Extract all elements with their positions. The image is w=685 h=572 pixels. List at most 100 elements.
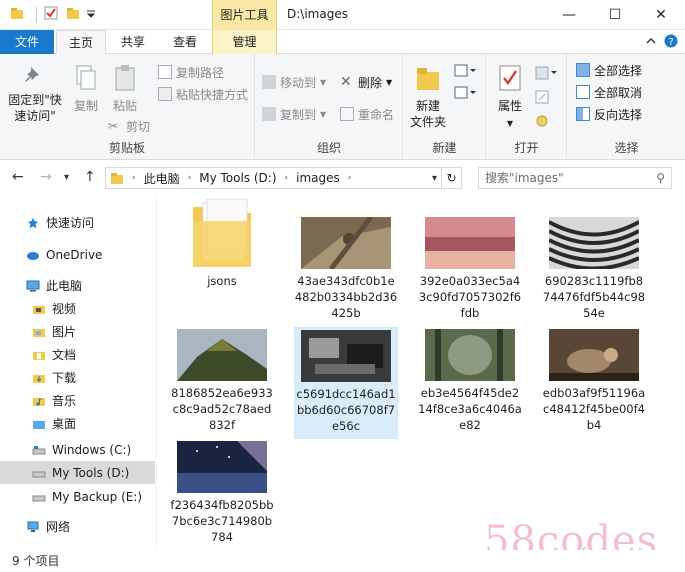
close-button[interactable]: ✕ xyxy=(638,0,684,30)
select-none-label: 全部取消 xyxy=(594,85,643,100)
navigation-pane: 快速访问 OneDrive 此电脑 视频 图片 文档 下载 音乐 桌面 Wind… xyxy=(0,195,157,550)
file-item[interactable]: f236434fb8205bb7bc6e3c714980b784 xyxy=(170,441,274,545)
nav-item-drive-d[interactable]: My Tools (D:) xyxy=(0,461,155,484)
copy-button[interactable]: 复制 xyxy=(68,64,104,114)
copy-to-button[interactable]: 复制到 ▼ xyxy=(262,104,326,124)
breadcrumb-images[interactable]: images xyxy=(296,171,340,185)
tab-manage[interactable]: 管理 xyxy=(212,30,277,54)
invert-selection-button[interactable]: 反向选择 xyxy=(576,104,642,124)
back-icon[interactable]: ← xyxy=(12,169,24,185)
nav-label: 下载 xyxy=(52,371,77,385)
window-title: D:\images xyxy=(287,7,348,21)
edit-icon[interactable] xyxy=(535,90,549,107)
tab-home[interactable]: 主页 xyxy=(56,30,106,55)
address-dropdown-icon[interactable]: ▾ xyxy=(432,173,437,184)
easy-access-icon[interactable] xyxy=(454,86,476,103)
new-folder-icon[interactable] xyxy=(66,6,80,20)
properties-icon[interactable] xyxy=(44,6,58,20)
delete-button[interactable]: ✕ 删除 ▼ xyxy=(340,72,392,92)
nav-label: OneDrive xyxy=(46,247,103,262)
new-folder-button[interactable]: 新建 文件夹 xyxy=(408,64,448,130)
tab-file[interactable]: 文件 xyxy=(0,30,54,54)
nav-label: Windows (C:) xyxy=(52,442,132,457)
paste-label: 粘贴 xyxy=(112,99,137,113)
nav-item-onedrive[interactable]: OneDrive xyxy=(0,243,155,266)
rename-label: 重命名 xyxy=(358,107,395,122)
properties-dropdown-icon: ▼ xyxy=(506,119,514,128)
collapse-ribbon-icon[interactable] xyxy=(645,35,657,50)
file-item[interactable]: 8186852ea6e933c8c9ad52c78aed832f xyxy=(170,329,274,433)
file-name: 8186852ea6e933c8c9ad52c78aed832f xyxy=(171,386,273,432)
folder-icon[interactable] xyxy=(10,6,24,20)
invert-selection-label: 反向选择 xyxy=(594,107,643,122)
status-bar: 9 个项目 xyxy=(0,550,685,572)
nav-item-pictures[interactable]: 图片 xyxy=(0,320,155,343)
paste-shortcut-icon xyxy=(158,87,172,101)
nav-label: 此电脑 xyxy=(46,279,83,293)
pin-label-line2: 速访问" xyxy=(14,109,56,123)
nav-item-documents[interactable]: 文档 xyxy=(0,343,155,366)
paste-shortcut-button[interactable]: 粘贴快捷方式 xyxy=(158,84,248,104)
music-icon xyxy=(33,397,45,406)
forward-icon[interactable]: → xyxy=(40,169,52,185)
title-bar: 图片工具 D:\images — ☐ ✕ xyxy=(0,0,685,30)
nav-label: 快速访问 xyxy=(46,216,95,230)
nav-item-desktop[interactable]: 桌面 xyxy=(0,412,155,435)
file-item[interactable]: 392e0a033ec5a43c90fd7057302f6fdb xyxy=(418,217,522,321)
nav-item-downloads[interactable]: 下载 xyxy=(0,366,155,389)
search-icon[interactable]: ⚲ xyxy=(656,168,665,188)
minimize-button[interactable]: — xyxy=(546,0,592,30)
new-group: 新建 文件夹 新建 xyxy=(404,54,486,160)
folder-icon xyxy=(33,420,45,429)
file-name: jsons xyxy=(207,274,237,288)
nav-item-quick-access[interactable]: 快速访问 xyxy=(0,211,155,234)
copy-path-icon xyxy=(158,65,172,79)
recent-locations-icon[interactable]: ▾ xyxy=(64,172,69,183)
nav-item-music[interactable]: 音乐 xyxy=(0,389,155,412)
nav-item-videos[interactable]: 视频 xyxy=(0,297,155,320)
address-bar[interactable]: › 此电脑 › My Tools (D:) › images › ▾ ↻ xyxy=(105,167,462,189)
file-item[interactable]: jsons xyxy=(170,197,274,289)
paste-shortcut-label: 粘贴快捷方式 xyxy=(176,87,249,102)
pin-to-quick-access-button[interactable]: 固定到"快 速访问" xyxy=(4,64,66,124)
select-none-button[interactable]: 全部取消 xyxy=(576,82,642,102)
breadcrumb-drive[interactable]: My Tools (D:) xyxy=(199,171,276,185)
history-icon[interactable] xyxy=(535,114,549,131)
nav-item-drive-e[interactable]: My Backup (E:) xyxy=(0,485,155,508)
move-to-button[interactable]: 移动到 ▼ xyxy=(262,72,326,92)
file-item[interactable]: eb3e4564f45de214f8ce3a6c4046ae82 xyxy=(418,329,522,433)
computer-icon xyxy=(26,280,40,291)
breadcrumb-this-pc[interactable]: 此电脑 xyxy=(144,170,180,187)
nav-item-drive-c[interactable]: Windows (C:) xyxy=(0,438,155,461)
rename-button[interactable]: 重命名 xyxy=(340,104,394,124)
maximize-button[interactable]: ☐ xyxy=(592,0,638,30)
tab-share[interactable]: 共享 xyxy=(112,30,154,54)
cut-button[interactable]: ✂ 剪切 xyxy=(108,116,150,136)
tab-view[interactable]: 查看 xyxy=(164,30,206,54)
file-item[interactable]: 43ae343dfc0b1e482b0334bb2d36425b xyxy=(294,217,398,321)
nav-item-network[interactable]: 网络 xyxy=(0,515,155,538)
file-item[interactable]: edb03af9f51196ac48412f45be00f4b4 xyxy=(542,329,646,433)
delete-icon: ✕ xyxy=(340,74,352,90)
help-icon[interactable]: ? xyxy=(664,34,678,51)
new-folder-label-line2: 文件夹 xyxy=(409,115,446,129)
folder-icon xyxy=(33,305,45,314)
new-item-icon[interactable] xyxy=(454,64,476,81)
file-item[interactable]: 690283c1119fb874476fdf5b44c9854e xyxy=(542,217,646,321)
nav-item-this-pc[interactable]: 此电脑 xyxy=(0,274,155,297)
customize-toolbar-icon[interactable] xyxy=(86,6,96,20)
paste-button[interactable]: 粘贴 xyxy=(106,64,144,114)
file-name: 43ae343dfc0b1e482b0334bb2d36425b xyxy=(294,274,398,320)
new-folder-label-line1: 新建 xyxy=(415,99,440,113)
drive-icon xyxy=(32,471,46,477)
select-all-button[interactable]: 全部选择 xyxy=(576,60,642,80)
copy-path-button[interactable]: 复制路径 xyxy=(158,62,224,82)
properties-button[interactable]: 属性 ▼ xyxy=(493,64,527,132)
organize-group: 移动到 ▼ 复制到 ▼ ✕ 删除 ▼ 重命名 组织 xyxy=(256,54,403,160)
delete-label: 删除 xyxy=(358,75,383,90)
open-icon[interactable] xyxy=(535,66,557,83)
file-item[interactable]: c5691dcc146ad1bb6d60c66708f7e56c xyxy=(294,327,398,439)
up-icon[interactable]: ↑ xyxy=(84,169,96,185)
refresh-icon[interactable]: ↻ xyxy=(441,168,461,188)
search-input[interactable]: 搜索"images" ⚲ xyxy=(478,167,672,189)
